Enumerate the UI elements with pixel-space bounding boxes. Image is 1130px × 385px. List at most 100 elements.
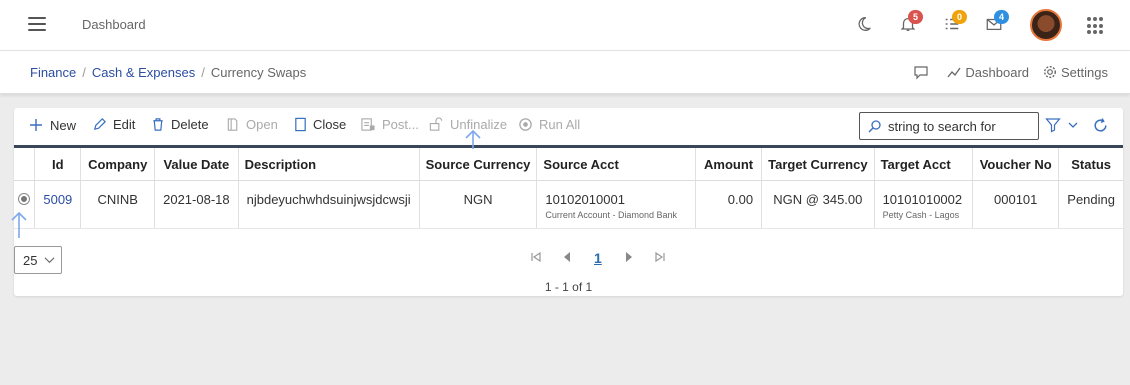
page-size-select[interactable]: 25 — [14, 246, 62, 274]
cell-company: CNINB — [80, 180, 156, 229]
breadcrumb-separator: / — [82, 65, 86, 80]
notifications-badge: 5 — [908, 10, 923, 24]
menu-icon[interactable] — [28, 17, 46, 31]
pagination-info: 1 - 1 of 1 — [544, 280, 593, 294]
column-header-company[interactable]: Company — [80, 146, 156, 181]
source-acct-name: Current Account - Diamond Bank — [545, 210, 677, 220]
column-header-status[interactable]: Status — [1058, 146, 1123, 181]
delete-label: Delete — [171, 117, 209, 132]
notifications-bell-icon[interactable]: 5 — [899, 10, 923, 35]
current-page-link[interactable]: 1 — [594, 250, 602, 266]
column-header-amount[interactable]: Amount — [695, 146, 763, 181]
new-button[interactable]: New — [28, 117, 76, 133]
post-button[interactable]: Post... — [360, 117, 419, 132]
data-grid: Id Company Value Date Description Source… — [14, 145, 1123, 229]
open-button[interactable]: Open — [226, 117, 278, 132]
dashboard-label: Dashboard — [965, 64, 1030, 80]
breadcrumb-separator: / — [201, 65, 205, 80]
filter-funnel-icon — [1045, 118, 1061, 133]
unlock-icon — [429, 117, 443, 131]
close-label: Close — [313, 117, 347, 132]
search-input[interactable]: string to search for — [859, 112, 1039, 140]
breadcrumb-finance[interactable]: Finance — [30, 65, 76, 80]
search-icon — [868, 120, 881, 133]
run-all-label: Run All — [539, 117, 581, 132]
dashboard-link[interactable]: Dashboard — [947, 65, 1029, 80]
tasks-badge: 0 — [952, 10, 967, 24]
new-label: New — [50, 117, 77, 133]
column-header-target-acct[interactable]: Target Acct — [874, 146, 974, 181]
messages-badge: 4 — [994, 10, 1009, 24]
breadcrumb-cash-expenses[interactable]: Cash & Expenses — [92, 65, 195, 80]
column-header-id[interactable]: Id — [34, 146, 82, 181]
cell-target-acct: 10101010002 Petty Cash - Lagos — [874, 180, 974, 229]
first-page-icon[interactable] — [530, 251, 542, 266]
close-button[interactable]: Close — [294, 117, 346, 132]
target-acct-code: 10101010002 — [882, 192, 963, 207]
source-acct-code: 10102010001 — [545, 192, 625, 207]
column-header-value-date[interactable]: Value Date — [154, 146, 239, 181]
chevron-down-icon — [1068, 122, 1078, 128]
breadcrumb-bar: Finance / Cash & Expenses / Currency Swaps D… — [0, 51, 1130, 94]
column-header-target-currency[interactable]: Target Currency — [761, 146, 875, 181]
top-header: Dashboard 5 0 4 — [0, 0, 1130, 51]
settings-label: Settings — [1061, 64, 1108, 80]
breadcrumb: Finance / Cash & Expenses / Currency Swaps — [30, 65, 306, 80]
delete-button[interactable]: Delete — [151, 117, 209, 132]
page-size-value: 25 — [23, 252, 38, 268]
cell-status: Pending — [1058, 180, 1123, 229]
user-avatar[interactable] — [1030, 9, 1062, 41]
comment-button[interactable] — [913, 64, 933, 80]
close-book-icon — [295, 117, 306, 132]
target-acct-name: Petty Cash - Lagos — [882, 210, 960, 220]
trash-icon — [153, 118, 163, 131]
run-all-icon — [519, 118, 532, 131]
next-page-icon[interactable] — [624, 251, 634, 266]
edit-label: Edit — [113, 117, 136, 132]
pagination: 1 — [520, 250, 676, 266]
cell-source-acct: 10102010001 Current Account - Diamond Ba… — [536, 180, 697, 229]
annotation-arrow-up-icon — [11, 211, 27, 238]
tasks-list-icon[interactable]: 0 — [943, 10, 967, 35]
breadcrumb-current: Currency Swaps — [210, 65, 307, 80]
refresh-icon — [1094, 118, 1107, 132]
filter-button[interactable] — [1045, 117, 1079, 133]
dark-mode-moon-icon[interactable] — [855, 15, 875, 35]
column-header-source-currency[interactable]: Source Currency — [419, 146, 538, 181]
chevron-down-icon — [44, 257, 55, 264]
messages-envelope-icon[interactable]: 4 — [985, 10, 1009, 35]
table-row[interactable]: 5009 CNINB 2021-08-18 njbdeyuchwhdsuinjw… — [14, 180, 1123, 229]
pencil-icon — [93, 118, 106, 131]
open-label: Open — [246, 117, 278, 132]
search-placeholder: string to search for — [888, 118, 996, 134]
previous-page-icon[interactable] — [562, 251, 572, 266]
post-ledger-icon — [361, 118, 375, 131]
gear-icon — [1044, 65, 1057, 79]
select-column-header — [14, 146, 36, 181]
column-header-source-acct[interactable]: Source Acct — [536, 146, 697, 181]
cell-description: njbdeyuchwhdsuinjwsjdcwsji — [238, 180, 420, 229]
post-label: Post... — [382, 117, 419, 132]
app-title: Dashboard — [82, 17, 146, 32]
open-book-icon — [227, 118, 238, 131]
last-page-icon[interactable] — [654, 251, 666, 266]
table-header-row: Id Company Value Date Description Source… — [14, 146, 1123, 181]
run-all-button[interactable]: Run All — [518, 117, 580, 132]
apps-grid-icon[interactable] — [1087, 17, 1105, 35]
comment-icon — [914, 66, 929, 80]
edit-button[interactable]: Edit — [92, 117, 135, 132]
column-header-description[interactable]: Description — [238, 146, 420, 181]
grid-panel: New Edit Delete Open Close Post... Unfin… — [14, 108, 1123, 296]
cell-amount: 0.00 — [695, 180, 763, 229]
row-id-link[interactable]: 5009 — [43, 192, 72, 207]
plus-icon — [30, 119, 42, 131]
refresh-button[interactable] — [1092, 117, 1109, 137]
cell-value-date: 2021-08-18 — [154, 180, 239, 229]
settings-link[interactable]: Settings — [1043, 65, 1108, 80]
toolbar: New Edit Delete Open Close Post... Unfin… — [14, 108, 1123, 145]
annotation-arrow-up-icon — [465, 129, 481, 149]
cell-voucher-no: 000101 — [972, 180, 1060, 229]
chart-line-icon — [947, 67, 961, 78]
column-header-voucher-no[interactable]: Voucher No — [972, 146, 1060, 181]
row-select-radio[interactable] — [18, 193, 31, 205]
